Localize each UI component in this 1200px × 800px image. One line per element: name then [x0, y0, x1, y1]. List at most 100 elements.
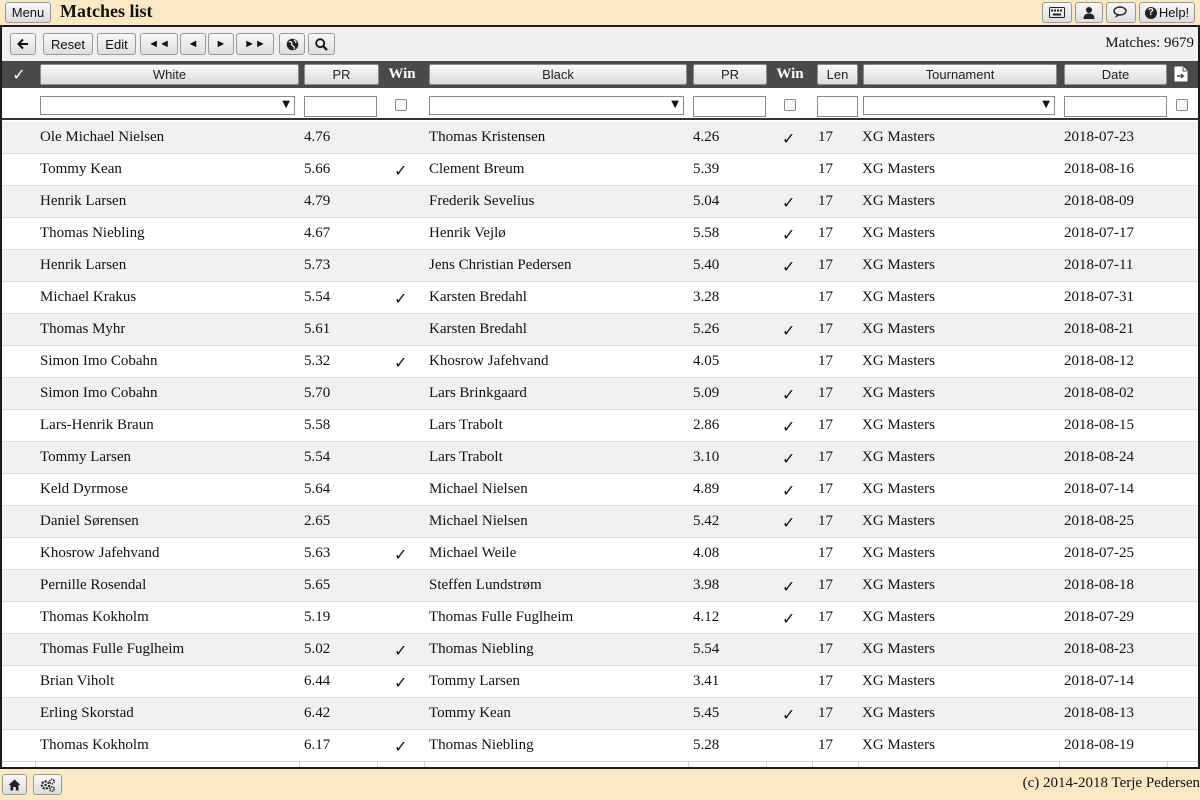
cell-pr-black: 5.28	[693, 737, 720, 753]
len-filter-input[interactable]	[817, 96, 858, 117]
win-black-filter-checkbox[interactable]	[784, 99, 796, 111]
cell-len: 17	[818, 737, 833, 753]
black-filter-select[interactable]: ▼	[429, 96, 684, 115]
win-white-filter-checkbox[interactable]	[395, 99, 407, 111]
table-row[interactable]: Pernille Rosendal 5.65 Steffen Lundstrøm 3.…	[2, 570, 1198, 602]
cell-win-white: ✓	[394, 737, 408, 756]
user-button[interactable]	[1075, 2, 1103, 23]
cell-pr-white: 4.67	[304, 225, 331, 241]
home-button[interactable]	[2, 774, 27, 795]
table-row[interactable]: Thomas Niebling 4.67 Henrik Vejlø 5.58 ✓ 17 XG…	[2, 218, 1198, 250]
table-row[interactable]: Simon Imo Cobahn 5.32 ✓ Khosrow Jafehvand 4.…	[2, 346, 1198, 378]
table-row[interactable]: Henrik Larsen 4.79 Frederik Sevelius 5.04 ✓ 1…	[2, 186, 1198, 218]
export-button[interactable]	[1174, 66, 1188, 87]
cell-tournament: XG Masters	[862, 417, 935, 433]
matches-table-body: Ole Michael Nielsen 4.76 Thomas Kristensen…	[2, 122, 1198, 762]
cell-len: 17	[818, 449, 833, 465]
search-button[interactable]	[308, 33, 335, 55]
cell-tournament: XG Masters	[862, 161, 935, 177]
cell-win-black: ✓	[782, 321, 796, 340]
column-header-pr-white[interactable]: PR	[304, 64, 379, 85]
cell-date: 2018-08-12	[1064, 353, 1134, 369]
edit-button[interactable]: Edit	[97, 33, 136, 55]
cell-black: Lars Trabolt	[429, 417, 503, 433]
cell-date: 2018-07-29	[1064, 609, 1134, 625]
match-count: Matches: 9679	[1105, 35, 1194, 51]
pr-black-filter-input[interactable]	[693, 96, 766, 117]
cell-tournament: XG Masters	[862, 289, 935, 305]
pr-white-filter-input[interactable]	[304, 96, 377, 117]
cell-white: Tommy Larsen	[40, 449, 132, 465]
cell-black: Karsten Bredahl	[429, 321, 527, 337]
globe-button[interactable]	[279, 33, 305, 55]
table-row[interactable]: Michael Krakus 5.54 ✓ Karsten Bredahl 3.28 17…	[2, 282, 1198, 314]
keyboard-button[interactable]	[1042, 2, 1072, 23]
export-filter-checkbox[interactable]	[1176, 99, 1188, 111]
cell-date: 2018-07-11	[1064, 257, 1134, 273]
table-row[interactable]: Keld Dyrmose 5.64 Michael Nielsen 4.89 ✓ 17 XG…	[2, 474, 1198, 506]
menu-button[interactable]: Menu	[5, 2, 51, 23]
table-row[interactable]: Daniel Sørensen 2.65 Michael Nielsen 5.42 ✓ 1…	[2, 506, 1198, 538]
chat-button[interactable]	[1106, 2, 1136, 23]
cell-pr-white: 5.02	[304, 641, 331, 657]
question-icon: ?	[1144, 6, 1157, 19]
cell-win-black: ✓	[782, 257, 796, 276]
cell-white: Khosrow Jafehvand	[40, 545, 160, 561]
first-page-button[interactable]: ◄◄	[140, 33, 178, 55]
column-header-win-white[interactable]: Win	[382, 64, 422, 85]
table-row[interactable]: Lars-Henrik Braun 5.58 Lars Trabolt 2.86 ✓ 17…	[2, 410, 1198, 442]
column-header-win-black[interactable]: Win	[770, 64, 810, 85]
cell-black: Lars Trabolt	[429, 449, 503, 465]
cell-date: 2018-08-23	[1064, 641, 1134, 657]
table-row[interactable]: Khosrow Jafehvand 5.63 ✓ Michael Weile 4.08 1…	[2, 538, 1198, 570]
cell-date: 2018-08-21	[1064, 321, 1134, 337]
reset-button[interactable]: Reset	[43, 33, 93, 55]
cell-date: 2018-08-24	[1064, 449, 1134, 465]
table-row[interactable]: Thomas Kokholm 6.17 ✓ Thomas Niebling 5.28 17…	[2, 730, 1198, 762]
cell-white: Michael Krakus	[40, 289, 137, 305]
user-icon	[1083, 7, 1095, 19]
back-button[interactable]	[10, 33, 36, 55]
cell-len: 17	[818, 481, 833, 497]
table-row[interactable]: Thomas Myhr 5.61 Karsten Bredahl 5.26 ✓ 17 XG …	[2, 314, 1198, 346]
column-header-black[interactable]: Black	[429, 64, 687, 85]
table-row[interactable]: Erling Skorstad 6.42 Tommy Kean 5.45 ✓ 17 XG M…	[2, 698, 1198, 730]
column-header-date[interactable]: Date	[1064, 64, 1167, 85]
cell-tournament: XG Masters	[862, 481, 935, 497]
cell-date: 2018-08-09	[1064, 193, 1134, 209]
column-header-pr-black[interactable]: PR	[693, 64, 767, 85]
table-row[interactable]: Ole Michael Nielsen 4.76 Thomas Kristensen…	[2, 122, 1198, 154]
select-all-check[interactable]: ✓	[6, 64, 32, 85]
column-header-tournament[interactable]: Tournament	[863, 64, 1057, 85]
cell-win-white: ✓	[394, 353, 408, 372]
cell-pr-white: 5.54	[304, 289, 331, 305]
cell-tournament: XG Masters	[862, 673, 935, 689]
cell-pr-black: 3.41	[693, 673, 720, 689]
table-row[interactable]: Henrik Larsen 5.73 Jens Christian Pedersen…	[2, 250, 1198, 282]
cell-white: Keld Dyrmose	[40, 481, 128, 497]
cell-win-black: ✓	[782, 449, 796, 468]
table-row[interactable]: Tommy Kean 5.66 ✓ Clement Breum 5.39 17 XG Mas…	[2, 154, 1198, 186]
help-button[interactable]: ? Help!	[1139, 2, 1195, 23]
last-page-button[interactable]: ►►	[236, 33, 274, 55]
next-page-button[interactable]: ►	[208, 33, 234, 55]
table-row[interactable]: Simon Imo Cobahn 5.70 Lars Brinkgaard 5.09 ✓…	[2, 378, 1198, 410]
cell-win-black: ✓	[782, 417, 796, 436]
cell-win-white: ✓	[394, 545, 408, 564]
tournament-filter-select[interactable]: ▼	[863, 96, 1055, 115]
table-row[interactable]: Thomas Fulle Fuglheim 5.02 ✓ Thomas Nieblin…	[2, 634, 1198, 666]
table-row[interactable]: Brian Viholt 6.44 ✓ Tommy Larsen 3.41 17 XG Ma…	[2, 666, 1198, 698]
cell-pr-black: 3.10	[693, 449, 720, 465]
settings-button[interactable]	[33, 774, 62, 795]
white-filter-select[interactable]: ▼	[40, 96, 295, 115]
date-filter-input[interactable]	[1064, 96, 1167, 117]
chevron-down-icon: ▼	[1042, 99, 1050, 110]
table-row[interactable]: Thomas Kokholm 5.19 Thomas Fulle Fuglheim 4…	[2, 602, 1198, 634]
cell-pr-white: 5.65	[304, 577, 331, 593]
prev-page-button[interactable]: ◄	[180, 33, 206, 55]
column-header-len[interactable]: Len	[817, 64, 858, 85]
cell-pr-white: 5.70	[304, 385, 331, 401]
column-header-white[interactable]: White	[40, 64, 299, 85]
cell-win-black: ✓	[782, 705, 796, 724]
table-row[interactable]: Tommy Larsen 5.54 Lars Trabolt 3.10 ✓ 17 XG Ma…	[2, 442, 1198, 474]
